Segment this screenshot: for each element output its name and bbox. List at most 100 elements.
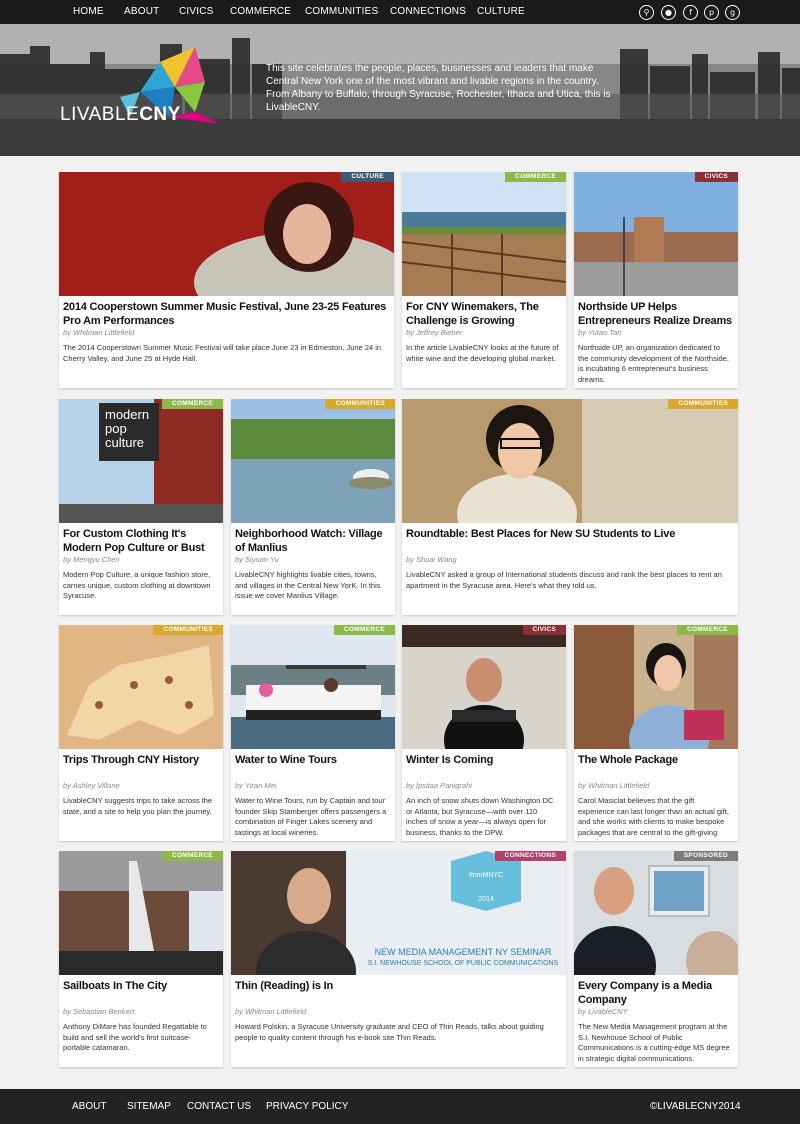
article-card[interactable]: CULTURE 2014 Cooperstown Summer Music Fe… xyxy=(59,172,394,388)
article-card[interactable]: COMMUNITIES Roundtable: Best Places for … xyxy=(402,399,738,615)
article-author: by Shuai Wang xyxy=(406,555,457,564)
article-title[interactable]: The Whole Package xyxy=(578,754,734,768)
article-title[interactable]: For Custom Clothing It's Modern Pop Cult… xyxy=(63,528,219,555)
article-author: by Siyuan Yu xyxy=(235,555,279,564)
article-image[interactable] xyxy=(574,172,738,296)
article-summary: An inch of snow shuts down Washington DC… xyxy=(406,796,554,837)
article-image[interactable] xyxy=(402,399,738,523)
article-image[interactable] xyxy=(59,172,394,296)
image-text: S.I. NEWHOUSE SCHOOL OF PUBLIC COMMUNICA… xyxy=(368,960,559,967)
article-summary: Anthony DiMare has founded Regattable to… xyxy=(63,1022,207,1052)
facebook-icon[interactable]: f xyxy=(683,5,698,20)
article-title[interactable]: Water to Wine Tours xyxy=(235,754,391,768)
image-text: NEW MEDIA MANAGEMENT NY SEMINAR xyxy=(375,947,552,957)
article-card[interactable]: CIVICS Northside UP Helps Entrepreneurs … xyxy=(574,172,738,388)
site-logo[interactable]: LIVABLECNY xyxy=(60,104,181,126)
category-badge: CONNECTIONS xyxy=(494,851,566,861)
article-summary: Water to Wine Tours, run by Captain and … xyxy=(235,796,387,837)
article-author: by Ipsitaa Panigrahi xyxy=(406,781,472,790)
footer-about-link[interactable]: ABOUT xyxy=(72,1089,106,1124)
article-title[interactable]: Roundtable: Best Places for New SU Stude… xyxy=(406,528,734,542)
googleplus-icon[interactable]: g xyxy=(725,5,740,20)
nav-commerce[interactable]: COMMERCE xyxy=(230,0,291,24)
article-image[interactable] xyxy=(574,625,738,749)
article-image[interactable] xyxy=(231,625,395,749)
article-image[interactable] xyxy=(402,625,566,749)
sign-text: pop xyxy=(105,421,127,436)
search-icon[interactable]: ⚲ xyxy=(639,5,654,20)
article-author: by Mengyu Chen xyxy=(63,555,120,564)
category-badge: CIVICS xyxy=(694,172,738,182)
nav-about[interactable]: ABOUT xyxy=(124,0,159,24)
sign-text: culture xyxy=(105,435,144,450)
hero-banner: LIVABLECNY This site celebrates the peop… xyxy=(0,24,800,156)
category-badge: SPONSORED xyxy=(673,851,738,861)
nav-connections[interactable]: CONNECTIONS xyxy=(390,0,466,24)
article-title[interactable]: Northside UP Helps Entrepreneurs Realize… xyxy=(578,301,734,328)
article-title[interactable]: Sailboats In The City xyxy=(63,980,219,994)
pinterest-icon[interactable]: p xyxy=(704,5,719,20)
category-badge: COMMERCE xyxy=(161,399,223,409)
article-author: by Whitman Littlefield xyxy=(63,328,135,337)
article-title[interactable]: Thin (Reading) is In xyxy=(235,980,562,994)
article-image[interactable] xyxy=(59,851,223,975)
nav-communities[interactable]: COMMUNITIES xyxy=(305,0,378,24)
article-title[interactable]: Neighborhood Watch: Village of Manlius xyxy=(235,528,391,555)
article-author: by Ashley Villone xyxy=(63,781,120,790)
article-author: by Yiran Mei xyxy=(235,781,277,790)
article-card[interactable]: COMMERCE The Whole Package by Whitman Li… xyxy=(574,625,738,841)
category-badge: COMMUNITIES xyxy=(668,399,738,409)
article-summary: In the article LivableCNY looks at the f… xyxy=(406,343,559,363)
article-card[interactable]: COMMUNITIES Trips Through CNY History by… xyxy=(59,625,223,841)
article-author: by Sebastian Benkert xyxy=(63,1007,135,1016)
article-title[interactable]: Winter Is Coming xyxy=(406,754,562,768)
article-title[interactable]: 2014 Cooperstown Summer Music Festival, … xyxy=(63,301,390,328)
sign-text: modern xyxy=(105,407,149,422)
footer-privacy-link[interactable]: PRIVACY POLICY xyxy=(266,1089,348,1124)
article-image[interactable]: modern pop culture xyxy=(59,399,223,523)
article-summary: LivableCNY asked a group of Internationa… xyxy=(406,570,722,590)
article-card[interactable]: SPONSORED Every Company is a Media Compa… xyxy=(574,851,738,1067)
nav-home[interactable]: HOME xyxy=(73,0,104,24)
article-card[interactable]: COMMERCE Water to Wine Tours by Yiran Me… xyxy=(231,625,395,841)
category-badge: COMMERCE xyxy=(504,172,566,182)
article-summary: The New Media Management program at the … xyxy=(578,1022,730,1063)
article-image[interactable] xyxy=(402,172,566,296)
article-card[interactable]: CIVICS Winter Is Coming by Ipsitaa Panig… xyxy=(402,625,566,841)
category-badge: COMMUNITIES xyxy=(325,399,395,409)
article-title[interactable]: Every Company is a Media Company xyxy=(578,980,734,1007)
category-badge: CULTURE xyxy=(341,172,394,182)
article-author: by Whitman Littlefield xyxy=(578,781,650,790)
nav-culture[interactable]: CULTURE xyxy=(477,0,525,24)
article-summary: Modern Pop Culture, a unique fashion sto… xyxy=(63,570,211,600)
hero-tagline: This site celebrates the people, places,… xyxy=(266,63,611,113)
article-author: by LivableCNY xyxy=(578,1007,628,1016)
nav-civics[interactable]: CIVICS xyxy=(179,0,214,24)
article-card[interactable]: COMMERCE For CNY Winemakers, The Challen… xyxy=(402,172,566,388)
article-summary: Northside UP, an organization dedicated … xyxy=(578,343,729,384)
category-badge: COMMERCE xyxy=(161,851,223,861)
category-badge: COMMERCE xyxy=(676,625,738,635)
article-image[interactable] xyxy=(59,625,223,749)
article-image[interactable] xyxy=(231,399,395,523)
article-title[interactable]: For CNY Winemakers, The Challenge is Gro… xyxy=(406,301,562,328)
article-card[interactable]: modern pop culture COMMERCE For Custom C… xyxy=(59,399,223,615)
twitter-icon[interactable]: ● xyxy=(661,5,676,20)
article-image[interactable]: #nmMNYC 2014 NEW MEDIA MANAGEMENT NY SEM… xyxy=(231,851,566,975)
article-card[interactable]: #nmMNYC 2014 NEW MEDIA MANAGEMENT NY SEM… xyxy=(231,851,566,1067)
footer-contact-link[interactable]: CONTACT US xyxy=(187,1089,251,1124)
article-title[interactable]: Trips Through CNY History xyxy=(63,754,219,768)
article-card[interactable]: COMMERCE Sailboats In The City by Sebast… xyxy=(59,851,223,1067)
footer-sitemap-link[interactable]: SITEMAP xyxy=(127,1089,171,1124)
article-summary: LivableCNY suggests trips to take across… xyxy=(63,796,213,816)
article-summary: The 2014 Cooperstown Summer Music Festiv… xyxy=(63,343,382,363)
logo-text-light: LIVABLE xyxy=(60,104,140,125)
image-text: 2014 xyxy=(478,896,494,903)
article-summary: Carol Masiclat believes that the gift ex… xyxy=(578,796,729,841)
footer-copyright: ©LIVABLECNY2014 xyxy=(650,1101,741,1112)
article-author: by Whitman Littlefield xyxy=(235,1007,307,1016)
article-summary: Howard Polskin, a Syracuse University gr… xyxy=(235,1022,544,1042)
article-author: by Jeffrey Bieber xyxy=(406,328,463,337)
article-image[interactable] xyxy=(574,851,738,975)
article-card[interactable]: COMMUNITIES Neighborhood Watch: Village … xyxy=(231,399,395,615)
